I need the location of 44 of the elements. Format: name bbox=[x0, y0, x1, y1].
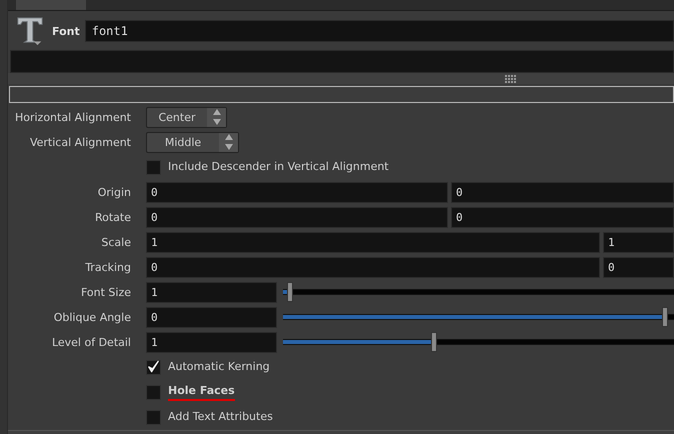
parameter-label: Tracking bbox=[84, 260, 131, 274]
parameter-label: Level of Detail bbox=[50, 336, 131, 349]
slider[interactable] bbox=[283, 282, 674, 302]
dropdown-menu[interactable]: Middle bbox=[146, 132, 239, 153]
parameter-label: Rotate bbox=[94, 210, 131, 224]
checkbox-label: Hole Faces bbox=[168, 384, 235, 401]
value-field[interactable]: 0 bbox=[146, 206, 448, 228]
text-area[interactable] bbox=[10, 50, 674, 74]
value-field[interactable]: 1 bbox=[146, 332, 277, 353]
checkbox-label: Include Descender in Vertical Alignment bbox=[168, 160, 389, 175]
parameter-label: Vertical Alignment bbox=[28, 136, 131, 149]
value-field[interactable]: 0 bbox=[146, 256, 600, 278]
checkbox-label: Automatic Kerning bbox=[168, 360, 270, 375]
slider-handle[interactable] bbox=[662, 307, 668, 328]
parameter-label: Scale bbox=[100, 236, 131, 249]
slider-handle[interactable] bbox=[286, 282, 293, 302]
value-field[interactable]: 0 bbox=[603, 256, 674, 278]
node-name-field[interactable]: font1 bbox=[84, 20, 674, 42]
value-field[interactable]: 0 bbox=[451, 182, 674, 203]
parameter-label: Oblique Angle bbox=[52, 310, 131, 324]
up-down-arrows-icon bbox=[224, 133, 234, 152]
checkbox[interactable] bbox=[146, 160, 161, 175]
checkbox[interactable] bbox=[146, 410, 161, 425]
slider-handle[interactable] bbox=[431, 332, 438, 352]
text-tool-icon bbox=[15, 15, 45, 47]
dropdown-menu[interactable]: Center bbox=[146, 106, 227, 128]
value-field[interactable]: 0 bbox=[146, 306, 277, 328]
slider[interactable] bbox=[283, 332, 674, 352]
checkbox[interactable] bbox=[146, 384, 161, 400]
input-field[interactable] bbox=[9, 86, 674, 103]
up-down-arrows-icon bbox=[212, 108, 222, 126]
value-field[interactable]: 1 bbox=[603, 232, 674, 253]
resize-grip-icon[interactable] bbox=[505, 74, 517, 83]
value-field[interactable]: 1 bbox=[146, 282, 277, 303]
parameter-label: Origin bbox=[96, 186, 131, 199]
slider[interactable] bbox=[283, 307, 674, 328]
parameter-label: Font Size bbox=[80, 286, 131, 299]
checkbox[interactable] bbox=[146, 360, 161, 375]
parameter-label: Horizontal Alignment bbox=[14, 110, 131, 124]
node-type-label: Font bbox=[52, 24, 80, 38]
value-field[interactable]: 0 bbox=[146, 182, 448, 203]
checkbox-label: Add Text Attributes bbox=[168, 410, 273, 425]
value-field[interactable]: 1 bbox=[146, 232, 600, 253]
value-field[interactable]: 0 bbox=[451, 206, 674, 228]
